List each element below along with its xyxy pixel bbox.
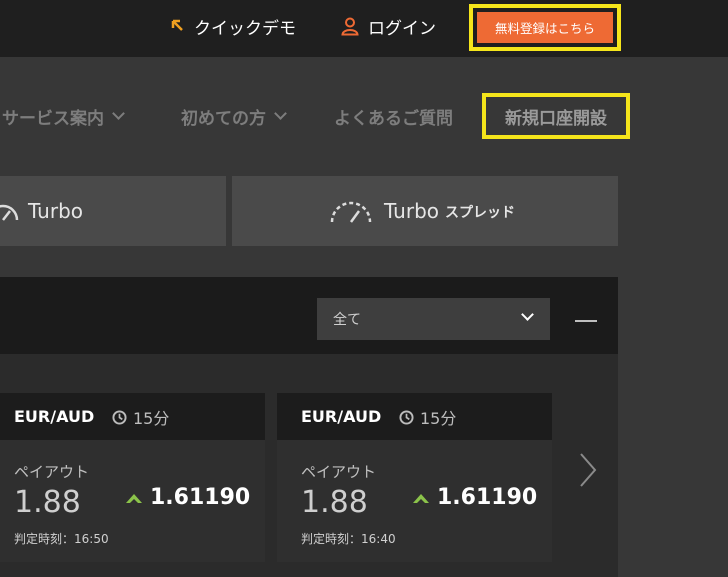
trend-up-icon xyxy=(413,493,429,503)
nav-faq-label: よくあるご質問 xyxy=(334,109,453,129)
trade-card[interactable]: EUR/AUD 15分 ペイアウト 1.88 1.61190 判定時刻：16:4… xyxy=(277,393,552,562)
judgement-time: 判定時刻：16:40 xyxy=(301,532,396,546)
nav-services[interactable]: サービス案内 xyxy=(2,104,125,129)
tab-turbo-spread[interactable]: Turbo スプレッド xyxy=(232,176,618,246)
register-button[interactable]: 無料登録はこちら xyxy=(477,12,613,43)
user-icon xyxy=(341,17,359,36)
price-value: 1.61190 xyxy=(150,485,251,510)
collapse-icon[interactable] xyxy=(575,320,597,322)
chevron-right-icon[interactable] xyxy=(578,452,598,488)
judgement-time: 判定時刻：16:50 xyxy=(14,532,109,546)
currency-pair: EUR/AUD xyxy=(301,407,382,426)
clock-icon xyxy=(399,409,414,425)
quick-demo-link[interactable]: クイックデモ xyxy=(170,12,296,40)
login-label: ログイン xyxy=(368,18,436,39)
speedometer-icon xyxy=(330,201,372,223)
price-value: 1.61190 xyxy=(437,485,538,510)
chevron-down-icon xyxy=(521,308,534,321)
register-highlight: 無料登録はこちら xyxy=(469,4,621,51)
filter-select-value: 全て xyxy=(333,312,361,328)
trend-up-icon xyxy=(126,493,142,503)
tab-turbo-label: Turbo xyxy=(28,199,84,223)
tab-turbo-spread-suffix: スプレッド xyxy=(445,205,516,221)
price: 1.61190 xyxy=(413,485,537,510)
tab-turbo[interactable]: Turbo xyxy=(0,176,226,246)
arrow-up-left-icon xyxy=(171,19,183,31)
payout-value: 1.88 xyxy=(14,485,81,520)
nav-first-time[interactable]: 初めての方 xyxy=(181,104,287,129)
chevron-down-icon xyxy=(274,107,287,120)
duration-label: 15分 xyxy=(420,409,457,428)
nav-open-account-label: 新規口座開設 xyxy=(505,108,607,129)
duration: 15分 xyxy=(112,405,169,429)
speedometer-icon xyxy=(0,204,19,221)
right-column xyxy=(618,176,728,577)
tab-turbo-spread-label: Turbo xyxy=(384,199,440,223)
clock-icon xyxy=(112,409,127,425)
payout-value: 1.88 xyxy=(301,485,368,520)
duration-label: 15分 xyxy=(133,409,170,428)
nav-services-label: サービス案内 xyxy=(2,109,104,129)
login-link[interactable]: ログイン xyxy=(340,12,436,40)
nav-open-account[interactable]: 新規口座開設 xyxy=(482,93,630,139)
chevron-down-icon xyxy=(112,107,125,120)
nav-faq[interactable]: よくあるご質問 xyxy=(334,104,453,129)
price: 1.61190 xyxy=(126,485,250,510)
filter-select[interactable]: 全て xyxy=(317,298,550,340)
payout-label: ペイアウト xyxy=(14,463,90,481)
trade-card[interactable]: EUR/AUD 15分 ペイアウト 1.88 1.61190 判定時刻：16:5… xyxy=(0,393,265,562)
payout-label: ペイアウト xyxy=(301,463,377,481)
currency-pair: EUR/AUD xyxy=(14,407,95,426)
quick-demo-label: クイックデモ xyxy=(194,18,296,39)
nav-first-time-label: 初めての方 xyxy=(181,109,266,129)
duration: 15分 xyxy=(399,405,456,429)
